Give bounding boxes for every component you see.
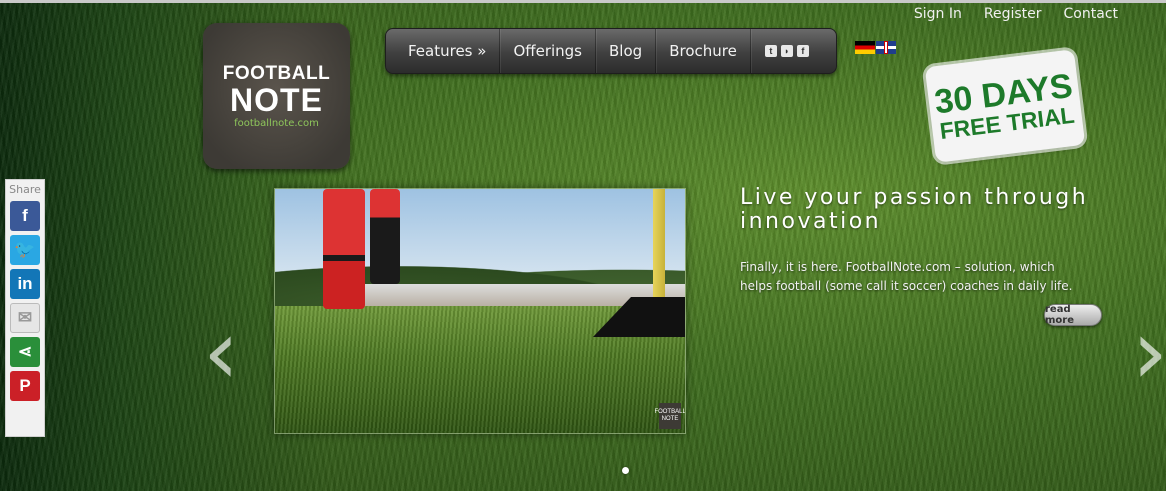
contact-link[interactable]: Contact: [1064, 6, 1118, 22]
rss-icon[interactable]: ◗: [780, 45, 793, 57]
slide-image: FOOTBALL NOTE: [274, 188, 686, 434]
pinterest-share-icon[interactable]: P: [10, 371, 40, 401]
facebook-icon[interactable]: f: [796, 45, 809, 57]
player-leg: [370, 189, 400, 284]
nav-features[interactable]: Features »: [386, 29, 501, 73]
photo-watermark: FOOTBALL NOTE: [654, 403, 685, 429]
top-links: Sign In Register Contact: [914, 6, 1118, 22]
carousel-next-icon[interactable]: ›: [1132, 308, 1166, 398]
register-link[interactable]: Register: [984, 6, 1042, 22]
logo-line1: FOOTBALL: [222, 62, 331, 84]
site-logo[interactable]: FOOTBALL NOTE footballnote.com: [203, 23, 350, 169]
linkedin-share-icon[interactable]: in: [10, 269, 40, 299]
twitter-share-icon[interactable]: 🐦: [10, 235, 40, 265]
share-bar: Share f 🐦 in ✉ ⋖ P: [5, 179, 45, 437]
slide-headline: Live your passion through innovation: [740, 185, 1089, 234]
email-share-icon[interactable]: ✉: [10, 303, 40, 333]
share-icon[interactable]: ⋖: [10, 337, 40, 367]
uk-flag-icon[interactable]: [876, 41, 896, 54]
player-leg: [323, 189, 365, 309]
nav-blog[interactable]: Blog: [596, 29, 657, 73]
nav-brochure[interactable]: Brochure: [656, 29, 751, 73]
facebook-share-icon[interactable]: f: [10, 201, 40, 231]
logo-line2: NOTE: [230, 81, 323, 118]
share-label: Share: [9, 183, 41, 196]
slide-description: Finally, it is here. FootballNote.com – …: [740, 260, 1073, 293]
top-border: [0, 0, 1166, 3]
twitter-icon[interactable]: t: [764, 45, 777, 57]
logo-url: footballnote.com: [234, 117, 319, 129]
read-more-button[interactable]: read more: [1044, 304, 1102, 326]
carousel-dots: [622, 467, 629, 474]
main-nav: Features » Offerings Blog Brochure t ◗ f: [385, 28, 837, 74]
carousel-dot-active[interactable]: [622, 467, 629, 474]
corner-pole: [653, 189, 665, 304]
language-switcher: [855, 41, 896, 54]
nav-offerings[interactable]: Offerings: [500, 29, 597, 73]
carousel-prev-icon[interactable]: ‹: [203, 308, 239, 398]
social-links: t ◗ f: [751, 45, 809, 57]
german-flag-icon[interactable]: [855, 41, 875, 54]
free-trial-badge[interactable]: 30 DAYS FREE TRIAL: [924, 49, 1086, 163]
sign-in-link[interactable]: Sign In: [914, 6, 962, 22]
